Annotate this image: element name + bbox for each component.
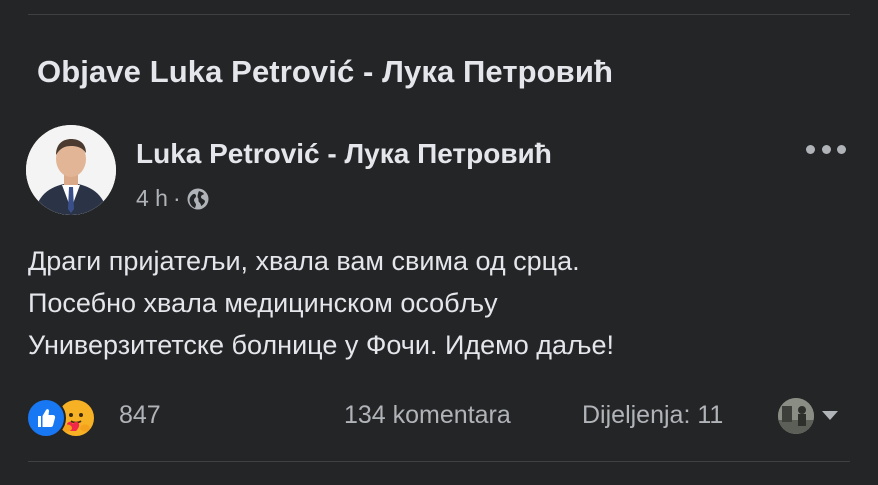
shares-link[interactable]: Dijeljenja: 11	[582, 401, 723, 430]
author-name[interactable]: Luka Petrović - Лука Петровић	[136, 138, 552, 170]
post-body-line: Универзитетске болнице у Фочи. Идемо даљ…	[28, 330, 614, 360]
comments-link[interactable]: 134 komentara	[344, 401, 511, 430]
author-avatar[interactable]	[26, 125, 116, 215]
meta-separator: ·	[172, 185, 181, 211]
post-header: Luka Petrović - Лука Петровић 4 h ·	[26, 125, 856, 220]
post-body-line: Посебно хвала медицинском особљу	[28, 288, 498, 318]
post-body-line: Драги пријатељи, хвала вам свима од срца…	[28, 246, 580, 276]
more-dot	[821, 144, 831, 154]
like-reaction-icon	[26, 398, 66, 438]
post-footer: 847 134 komentara Dijeljenja: 11	[26, 395, 852, 439]
post-body: Драги пријатељи, хвала вам свима од срца…	[28, 240, 848, 366]
more-options-icon[interactable]	[806, 137, 846, 161]
feed-page: Objave Luka Petrović - Лука Петровић Luk…	[0, 0, 878, 485]
section-title: Objave Luka Petrović - Лука Петровић	[37, 54, 614, 89]
top-divider	[28, 14, 850, 15]
more-dot	[837, 144, 846, 154]
reaction-count[interactable]: 847	[119, 401, 161, 430]
chevron-down-icon[interactable]	[822, 411, 838, 420]
post-time[interactable]: 4 h	[136, 185, 168, 212]
globe-icon	[186, 187, 210, 211]
post-meta: 4 h ·	[136, 185, 210, 212]
more-dot	[806, 144, 815, 154]
reactions-summary[interactable]	[26, 398, 106, 438]
page-avatar[interactable]	[778, 398, 814, 434]
bottom-divider	[28, 461, 850, 462]
